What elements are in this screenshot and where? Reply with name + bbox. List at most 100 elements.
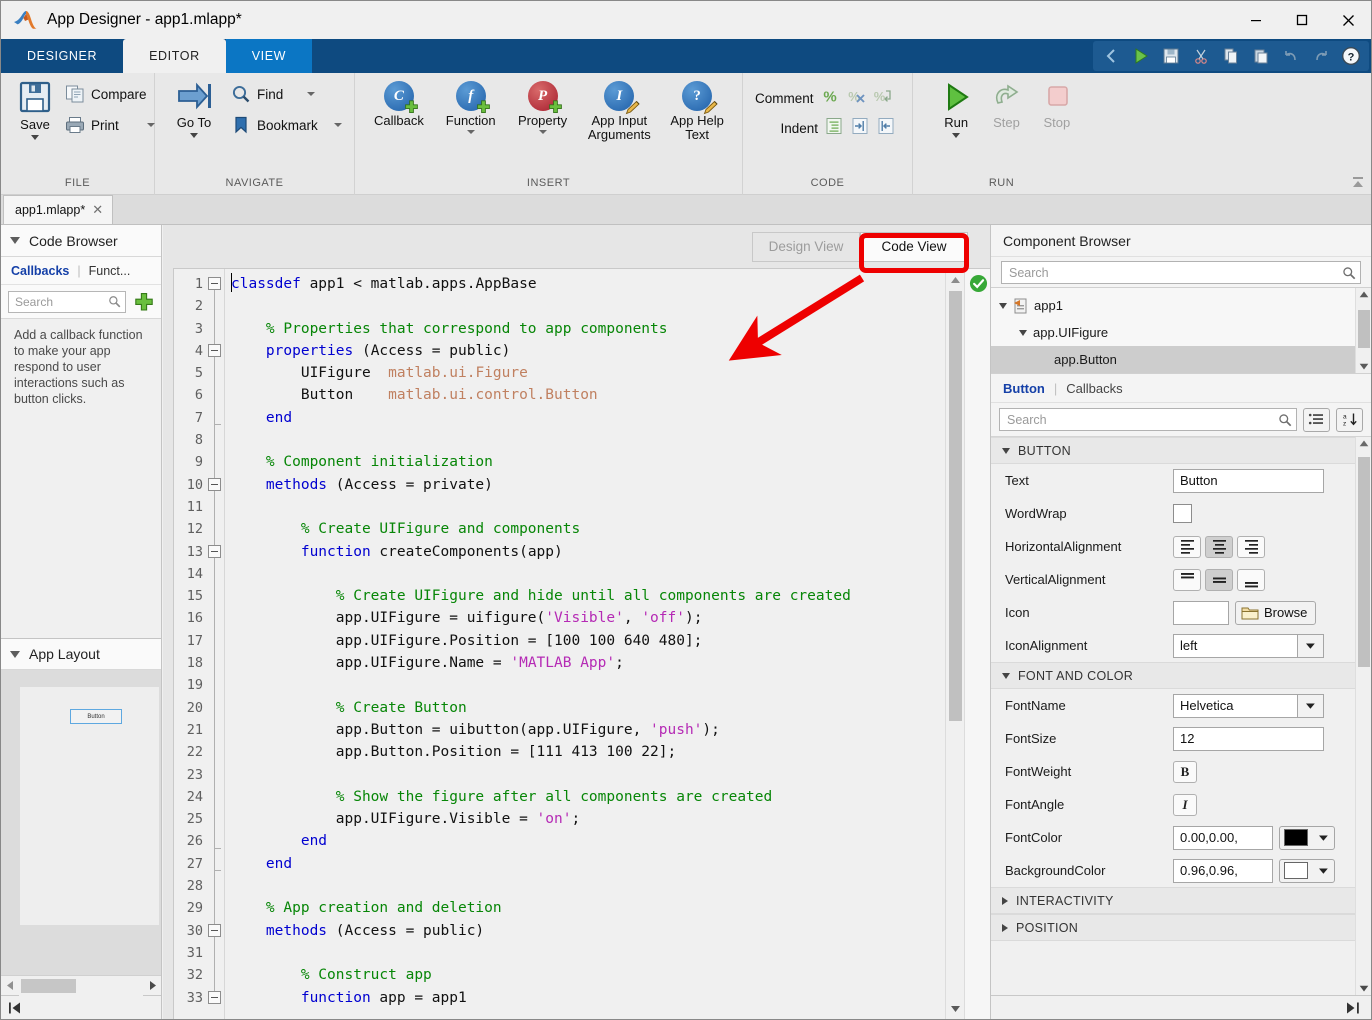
component-search-input[interactable]: Search bbox=[1001, 261, 1361, 284]
help-icon[interactable]: ? bbox=[1337, 43, 1365, 69]
ok-check-icon[interactable] bbox=[969, 274, 988, 293]
collapse-ribbon-icon[interactable] bbox=[1349, 174, 1367, 192]
hscroll-track[interactable] bbox=[19, 975, 143, 996]
inspector-section-header[interactable]: INTERACTIVITY bbox=[991, 887, 1355, 914]
inspector-vscrollbar[interactable] bbox=[1355, 437, 1371, 995]
tab-designer[interactable]: DESIGNER bbox=[1, 39, 124, 73]
comment-percent-icon[interactable]: % bbox=[820, 86, 840, 111]
tab-view[interactable]: VIEW bbox=[225, 39, 313, 73]
code-line[interactable]: methods (Access = private) bbox=[231, 474, 945, 496]
close-button[interactable] bbox=[1325, 1, 1371, 39]
bookmark-button[interactable]: Bookmark bbox=[227, 110, 346, 140]
insert-function-button[interactable]: f Function bbox=[435, 81, 507, 134]
wrap-comment-icon[interactable]: % bbox=[872, 86, 892, 111]
tab-functions[interactable]: Funct... bbox=[89, 264, 131, 278]
code-line[interactable] bbox=[231, 496, 945, 518]
code-line[interactable]: app.Button.Position = [111 413 100 22]; bbox=[231, 741, 945, 763]
indent-right-icon[interactable] bbox=[850, 116, 870, 141]
code-view-button[interactable]: Code View bbox=[860, 231, 968, 262]
chevron-down-icon[interactable] bbox=[1002, 672, 1010, 679]
code-line[interactable]: % Construct app bbox=[231, 964, 945, 986]
align-top-icon[interactable] bbox=[1173, 568, 1201, 591]
align-center-icon[interactable] bbox=[1205, 535, 1233, 558]
code-line[interactable] bbox=[231, 295, 945, 317]
chevron-right-icon[interactable] bbox=[1002, 896, 1008, 905]
editor-vscrollbar[interactable] bbox=[945, 269, 964, 1019]
goto-button[interactable]: Go To bbox=[169, 79, 219, 138]
code-fold-margin[interactable] bbox=[206, 269, 224, 1019]
fold-collapse-icon[interactable] bbox=[208, 544, 221, 558]
sort-alpha-icon[interactable]: a z bbox=[1336, 407, 1363, 432]
align-right-icon[interactable] bbox=[1237, 535, 1265, 558]
chevron-down-icon[interactable] bbox=[999, 302, 1007, 309]
chevron-down-icon[interactable] bbox=[1312, 834, 1334, 842]
color-swatch[interactable] bbox=[1284, 862, 1308, 879]
italic-toggle-button[interactable]: I bbox=[1173, 793, 1197, 816]
scroll-down-arrow-icon[interactable] bbox=[946, 1000, 965, 1017]
scroll-right-arrow-icon[interactable] bbox=[143, 980, 161, 991]
code-line[interactable]: classdef app1 < matlab.apps.AppBase bbox=[231, 273, 945, 295]
color-value-input[interactable]: 0.00,0.00, bbox=[1173, 825, 1273, 850]
property-text-input[interactable]: Button bbox=[1173, 468, 1324, 493]
tab-button-properties[interactable]: Button bbox=[1003, 381, 1045, 396]
tab-callbacks[interactable]: Callbacks bbox=[1066, 381, 1122, 396]
inspector-section-header[interactable]: POSITION bbox=[991, 914, 1355, 941]
paste-icon[interactable] bbox=[1247, 43, 1275, 69]
app-layout-preview[interactable]: Button bbox=[1, 670, 161, 975]
close-icon[interactable]: ✕ bbox=[92, 202, 103, 218]
chevron-down-icon[interactable] bbox=[1297, 693, 1324, 718]
fold-collapse-icon[interactable] bbox=[208, 477, 221, 491]
color-swatch[interactable] bbox=[1284, 829, 1308, 846]
chevron-right-icon[interactable] bbox=[1002, 923, 1008, 932]
code-line[interactable] bbox=[231, 563, 945, 585]
maximize-button[interactable] bbox=[1279, 1, 1325, 39]
code-line[interactable]: % Create Button bbox=[231, 697, 945, 719]
design-view-button[interactable]: Design View bbox=[752, 231, 860, 262]
property-text-input[interactable]: 12 bbox=[1173, 726, 1324, 751]
code-line[interactable]: % Component initialization bbox=[231, 451, 945, 473]
back-chevron-icon[interactable] bbox=[1097, 43, 1125, 69]
chevron-down-icon[interactable] bbox=[1297, 633, 1324, 658]
code-browser-header[interactable]: Code Browser bbox=[1, 225, 161, 257]
insert-app-input-arguments-button[interactable]: I App Input Arguments bbox=[578, 81, 660, 142]
inspector-section-header[interactable]: BUTTON bbox=[991, 437, 1355, 464]
code-line[interactable]: UIFigure matlab.ui.Figure bbox=[231, 362, 945, 384]
expand-right-icon[interactable] bbox=[1344, 1001, 1364, 1015]
align-left-icon[interactable] bbox=[1173, 535, 1201, 558]
code-line[interactable]: end bbox=[231, 407, 945, 429]
chevron-down-icon[interactable] bbox=[307, 92, 316, 96]
code-line[interactable]: % App creation and deletion bbox=[231, 897, 945, 919]
chevron-down-icon[interactable] bbox=[1312, 867, 1334, 875]
code-line[interactable]: app.UIFigure.Visible = 'on'; bbox=[231, 808, 945, 830]
code-line[interactable]: % Show the figure after all components a… bbox=[231, 786, 945, 808]
chevron-down-icon[interactable] bbox=[466, 130, 475, 134]
chevron-down-icon[interactable] bbox=[952, 133, 961, 138]
save-button[interactable]: Save bbox=[11, 79, 59, 140]
run-icon[interactable] bbox=[1127, 43, 1155, 69]
icon-path-input[interactable] bbox=[1173, 600, 1229, 625]
property-inspector[interactable]: BUTTON Text Button WordWrap HorizontalAlignm… bbox=[991, 437, 1371, 995]
tab-editor[interactable]: EDITOR bbox=[123, 39, 226, 73]
code-line[interactable]: app.UIFigure.Name = 'MATLAB App'; bbox=[231, 652, 945, 674]
scroll-up-arrow-icon[interactable] bbox=[1356, 291, 1372, 298]
fold-collapse-icon[interactable] bbox=[208, 990, 221, 1004]
chevron-down-icon[interactable] bbox=[10, 650, 20, 658]
code-line[interactable]: % Create UIFigure and hide until all com… bbox=[231, 585, 945, 607]
insert-property-button[interactable]: P Property bbox=[507, 81, 579, 134]
code-line[interactable] bbox=[231, 942, 945, 964]
align-middle-icon[interactable] bbox=[1205, 568, 1233, 591]
code-line[interactable]: app.UIFigure = uifigure('Visible', 'off'… bbox=[231, 607, 945, 629]
chevron-down-icon[interactable] bbox=[538, 130, 547, 134]
app-layout-header[interactable]: App Layout bbox=[1, 638, 161, 670]
align-bottom-icon[interactable] bbox=[1237, 568, 1265, 591]
chevron-down-icon[interactable] bbox=[31, 135, 39, 140]
color-picker[interactable] bbox=[1279, 825, 1335, 850]
chevron-down-icon[interactable] bbox=[190, 133, 198, 138]
indent-left-icon[interactable] bbox=[876, 116, 896, 141]
tree-node[interactable]: app.Button bbox=[991, 346, 1355, 373]
code-line[interactable]: app.UIFigure.Position = [100 100 640 480… bbox=[231, 630, 945, 652]
green-plus-icon[interactable] bbox=[134, 292, 154, 312]
hscroll-thumb[interactable] bbox=[21, 978, 76, 993]
chevron-down-icon[interactable] bbox=[146, 123, 155, 127]
code-line[interactable] bbox=[231, 764, 945, 786]
